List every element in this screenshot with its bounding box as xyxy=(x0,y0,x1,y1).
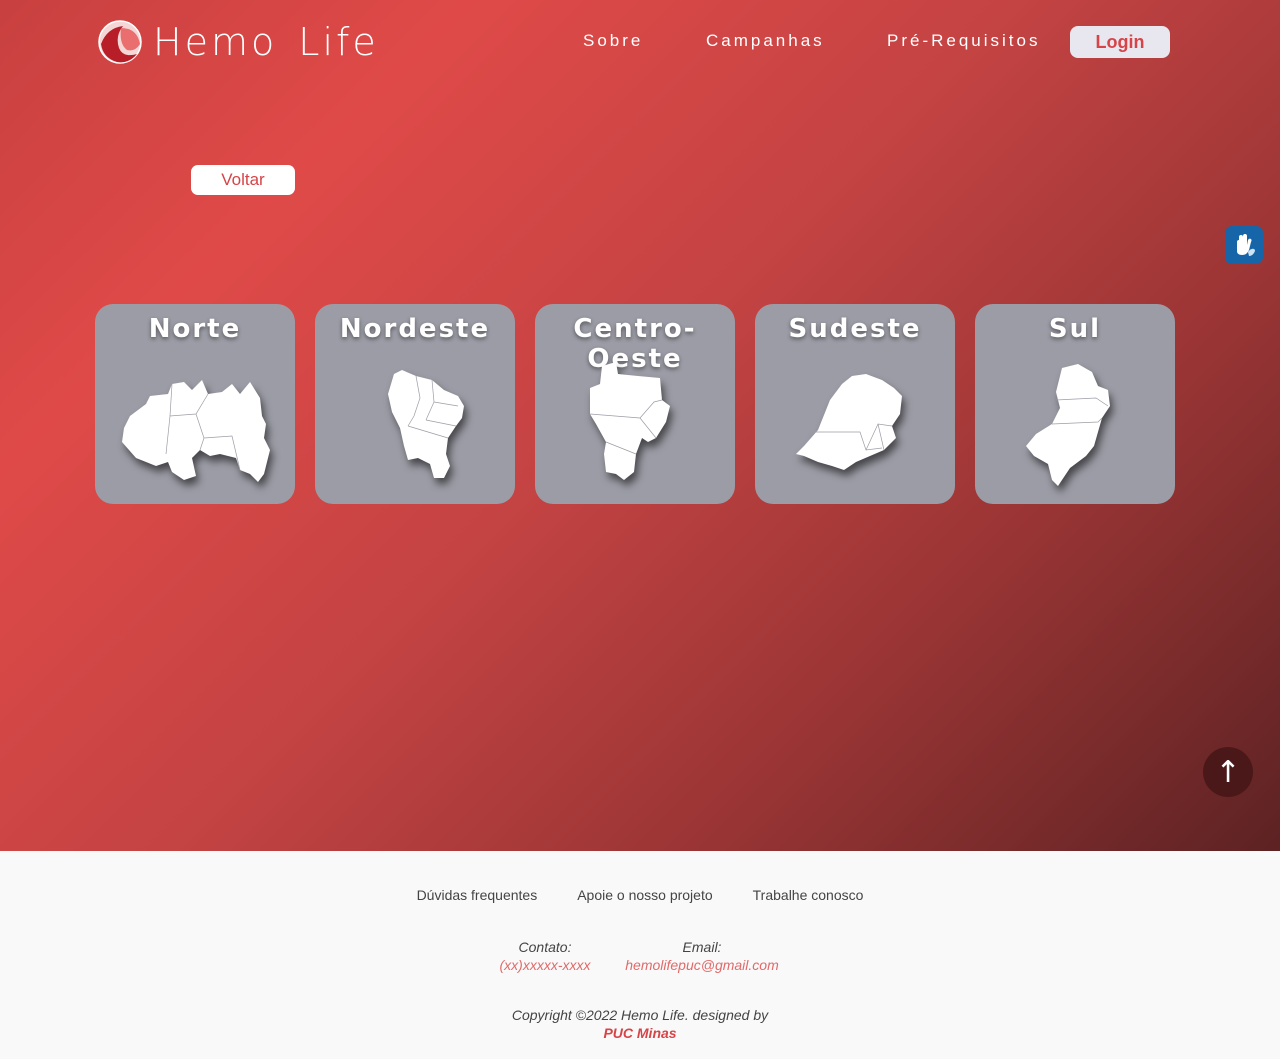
contact-label: Contato: xyxy=(518,939,572,955)
region-title: Sul xyxy=(1048,314,1102,344)
scroll-to-top-button[interactable]: ↑ xyxy=(1203,747,1253,797)
hands-icon xyxy=(1237,234,1255,256)
region-title: Norte xyxy=(148,314,242,344)
email-block: Email: hemolifepuc@gmail.com xyxy=(616,938,788,974)
region-card-norte[interactable]: Norte xyxy=(95,304,295,504)
regions-grid: Norte Nordeste Centro-Oeste Sudeste Sul xyxy=(95,304,1175,504)
sul-map-icon xyxy=(1026,364,1110,486)
nav-sobre-link[interactable]: Sobre xyxy=(583,31,643,51)
nav-pre-requisitos-link[interactable]: Pré-Requisitos xyxy=(887,31,1041,51)
copyright-text: Copyright ©2022 Hemo Life. designed by xyxy=(511,1007,769,1023)
norte-map-icon xyxy=(122,380,270,482)
contact-phone-link[interactable]: (xx)xxxxx-xxxx xyxy=(490,956,600,974)
region-title: Nordeste xyxy=(339,314,491,344)
brand-name: Hemo Life xyxy=(153,20,379,64)
footer-link-support[interactable]: Apoie o nosso projeto xyxy=(577,887,712,903)
region-card-centro-oeste[interactable]: Centro-Oeste xyxy=(535,304,735,504)
back-button[interactable]: Voltar xyxy=(191,165,295,195)
footer-link-faq[interactable]: Dúvidas frequentes xyxy=(417,887,538,903)
sudeste-map-icon xyxy=(796,374,902,470)
email-link[interactable]: hemolifepuc@gmail.com xyxy=(616,956,788,974)
nav-campanhas-link[interactable]: Campanhas xyxy=(706,31,825,51)
sign-language-accessibility-button[interactable] xyxy=(1225,226,1263,264)
region-title: Sudeste xyxy=(788,314,922,344)
blood-drop-logo-icon xyxy=(98,20,142,64)
region-card-sul[interactable]: Sul xyxy=(975,304,1175,504)
brand-logo[interactable]: Hemo Life xyxy=(97,18,379,66)
login-button[interactable]: Login xyxy=(1070,26,1170,58)
copyright: Copyright ©2022 Hemo Life. designed by P… xyxy=(0,1006,1280,1042)
region-card-sudeste[interactable]: Sudeste xyxy=(755,304,955,504)
region-card-nordeste[interactable]: Nordeste xyxy=(315,304,515,504)
footer-links: Dúvidas frequentes Apoie o nosso projeto… xyxy=(0,887,1280,903)
nordeste-map-icon xyxy=(388,370,464,478)
hero-background: Hemo Life Sobre Campanhas Pré-Requisitos… xyxy=(0,0,1280,851)
designer-link[interactable]: PUC Minas xyxy=(0,1024,1280,1042)
centro-oeste-map-icon xyxy=(589,362,670,480)
footer: Dúvidas frequentes Apoie o nosso projeto… xyxy=(0,851,1280,1059)
email-label: Email: xyxy=(682,939,722,955)
footer-link-careers[interactable]: Trabalhe conosco xyxy=(753,887,864,903)
contact-block: Contato: (xx)xxxxx-xxxx xyxy=(490,938,600,974)
